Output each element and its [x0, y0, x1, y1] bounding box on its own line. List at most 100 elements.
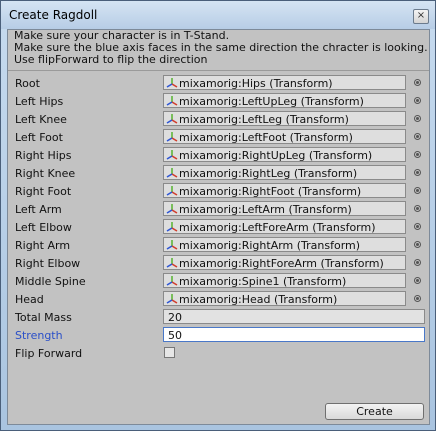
bone-row-root: Root mixamorig:Hips (Transform) — [8, 74, 429, 92]
bone-row-right-foot: Right Foot mixamorig:RightFoot (Transform… — [8, 182, 429, 200]
bone-label: Right Arm — [15, 239, 71, 252]
bone-row-right-elbow: Right Elbow mixamorig:RightForeArm (Trans… — [8, 254, 429, 272]
object-picker-icon[interactable] — [414, 169, 421, 176]
bone-field-left-knee[interactable]: mixamorig:LeftLeg (Transform) — [163, 111, 406, 126]
flip-forward-checkbox[interactable] — [164, 347, 175, 358]
bone-row-right-knee: Right Knee mixamorig:RightLeg (Transform) — [8, 164, 429, 182]
create-button[interactable]: Create — [325, 403, 424, 420]
bone-field-left-elbow[interactable]: mixamorig:LeftForeArm (Transform) — [163, 219, 406, 234]
bone-field-middle-spine[interactable]: mixamorig:Spine1 (Transform) — [163, 273, 406, 288]
transform-axes-icon — [166, 150, 178, 160]
total-mass-input[interactable]: 20 — [163, 309, 425, 324]
object-picker-icon[interactable] — [414, 133, 421, 140]
transform-axes-icon — [166, 78, 178, 88]
close-icon: × — [416, 10, 426, 21]
bone-field-right-knee[interactable]: mixamorig:RightLeg (Transform) — [163, 165, 406, 180]
transform-axes-icon — [166, 276, 178, 286]
bone-row-right-hips: Right Hips mixamorig:RightUpLeg (Transfor… — [8, 146, 429, 164]
bone-label: Left Arm — [15, 203, 62, 216]
bone-row-left-foot: Left Foot mixamorig:LeftFoot (Transform) — [8, 128, 429, 146]
bone-value: mixamorig:RightArm (Transform) — [179, 239, 361, 252]
bone-field-left-foot[interactable]: mixamorig:LeftFoot (Transform) — [163, 129, 406, 144]
bone-field-left-arm[interactable]: mixamorig:LeftArm (Transform) — [163, 201, 406, 216]
bone-field-root[interactable]: mixamorig:Hips (Transform) — [163, 75, 406, 90]
bone-value: mixamorig:RightUpLeg (Transform) — [179, 149, 373, 162]
bone-value: mixamorig:LeftForeArm (Transform) — [179, 221, 376, 234]
bone-value: mixamorig:LeftLeg (Transform) — [179, 113, 349, 126]
object-picker-icon[interactable] — [414, 205, 421, 212]
transform-axes-icon — [166, 222, 178, 232]
divider — [8, 70, 429, 71]
strength-label: Strength — [15, 329, 63, 342]
bone-field-left-hips[interactable]: mixamorig:LeftUpLeg (Transform) — [163, 93, 406, 108]
transform-axes-icon — [166, 204, 178, 214]
bone-value: mixamorig:LeftFoot (Transform) — [179, 131, 353, 144]
bone-label: Left Hips — [15, 95, 64, 108]
bone-value: mixamorig:LeftArm (Transform) — [179, 203, 352, 216]
strength-row: Strength 50 — [8, 326, 429, 344]
transform-axes-icon — [166, 294, 178, 304]
bone-label: Right Hips — [15, 149, 72, 162]
total-mass-row: Total Mass 20 — [8, 308, 429, 326]
bone-row-middle-spine: Middle Spine mixamorig:Spine1 (Transform) — [8, 272, 429, 290]
bone-field-right-arm[interactable]: mixamorig:RightArm (Transform) — [163, 237, 406, 252]
help-line: Use flipForward to flip the direction — [14, 54, 208, 66]
bone-field-right-foot[interactable]: mixamorig:RightFoot (Transform) — [163, 183, 406, 198]
bone-label: Left Knee — [15, 113, 67, 126]
bone-row-left-arm: Left Arm mixamorig:LeftArm (Transform) — [8, 200, 429, 218]
bone-value: mixamorig:LeftUpLeg (Transform) — [179, 95, 364, 108]
bone-value: mixamorig:RightLeg (Transform) — [179, 167, 358, 180]
bone-value: mixamorig:RightFoot (Transform) — [179, 185, 362, 198]
strength-input[interactable]: 50 — [163, 327, 425, 342]
bone-label: Left Elbow — [15, 221, 72, 234]
bone-value: mixamorig:Spine1 (Transform) — [179, 275, 347, 288]
transform-axes-icon — [166, 186, 178, 196]
bone-row-head: Head mixamorig:Head (Transform) — [8, 290, 429, 308]
transform-axes-icon — [166, 168, 178, 178]
object-picker-icon[interactable] — [414, 97, 421, 104]
help-text: Make sure your character is in T-Stand. … — [8, 30, 429, 70]
object-picker-icon[interactable] — [414, 277, 421, 284]
help-line: Make sure the blue axis faces in the sam… — [14, 42, 428, 54]
transform-axes-icon — [166, 240, 178, 250]
transform-axes-icon — [166, 258, 178, 268]
bone-label: Left Foot — [15, 131, 63, 144]
bone-field-head[interactable]: mixamorig:Head (Transform) — [163, 291, 406, 306]
transform-axes-icon — [166, 114, 178, 124]
strength-value: 50 — [168, 329, 182, 342]
bone-value: mixamorig:Hips (Transform) — [179, 77, 333, 90]
bone-row-right-arm: Right Arm mixamorig:RightArm (Transform) — [8, 236, 429, 254]
flip-forward-label: Flip Forward — [15, 347, 83, 360]
bone-label: Middle Spine — [15, 275, 86, 288]
bone-field-right-hips[interactable]: mixamorig:RightUpLeg (Transform) — [163, 147, 406, 162]
bone-row-left-hips: Left Hips mixamorig:LeftUpLeg (Transform) — [8, 92, 429, 110]
object-picker-icon[interactable] — [414, 259, 421, 266]
total-mass-label: Total Mass — [15, 311, 72, 324]
bone-value: mixamorig:Head (Transform) — [179, 293, 338, 306]
bone-row-left-knee: Left Knee mixamorig:LeftLeg (Transform) — [8, 110, 429, 128]
object-picker-icon[interactable] — [414, 295, 421, 302]
transform-axes-icon — [166, 96, 178, 106]
bone-row-left-elbow: Left Elbow mixamorig:LeftForeArm (Transfo… — [8, 218, 429, 236]
object-picker-icon[interactable] — [414, 241, 421, 248]
bone-label: Right Knee — [15, 167, 76, 180]
create-ragdoll-window: Create Ragdoll × Make sure your characte… — [0, 0, 436, 431]
object-picker-icon[interactable] — [414, 79, 421, 86]
bone-label: Right Foot — [15, 185, 72, 198]
title-bar: Create Ragdoll × — [1, 1, 435, 29]
bone-label: Right Elbow — [15, 257, 81, 270]
object-picker-icon[interactable] — [414, 151, 421, 158]
bone-value: mixamorig:RightForeArm (Transform) — [179, 257, 384, 270]
close-button[interactable]: × — [413, 9, 429, 24]
bone-label: Head — [15, 293, 44, 306]
window-title: Create Ragdoll — [9, 8, 98, 22]
help-line: Make sure your character is in T-Stand. — [14, 30, 230, 42]
object-picker-icon[interactable] — [414, 223, 421, 230]
transform-axes-icon — [166, 132, 178, 142]
bone-label: Root — [15, 77, 40, 90]
object-picker-icon[interactable] — [414, 187, 421, 194]
bone-field-right-elbow[interactable]: mixamorig:RightForeArm (Transform) — [163, 255, 406, 270]
object-picker-icon[interactable] — [414, 115, 421, 122]
flip-forward-row: Flip Forward — [8, 344, 429, 362]
wizard-content: Make sure your character is in T-Stand. … — [7, 29, 430, 425]
